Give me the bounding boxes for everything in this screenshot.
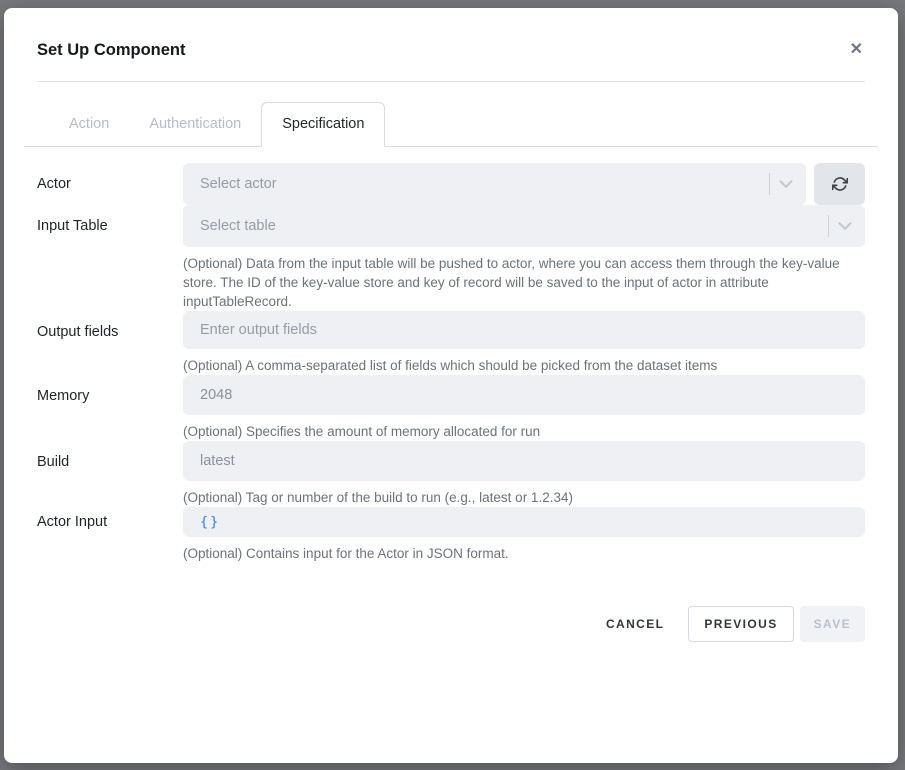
input-table-help-text: (Optional) Data from the input table wil… [183, 254, 843, 311]
input-table-label: Input Table [37, 205, 183, 311]
actor-input-json-editor[interactable]: {} [183, 507, 865, 537]
input-table-select[interactable]: Select table [183, 205, 865, 247]
output-fields-row: Output fields (Optional) A comma-separat… [37, 311, 865, 375]
select-divider [769, 173, 770, 195]
actor-input-row: Actor Input {} (Optional) Contains input… [37, 507, 865, 563]
tab-bar: Action Authentication Specification [24, 102, 878, 147]
header-divider [37, 81, 865, 82]
actor-row: Actor Select actor [37, 163, 865, 205]
build-row: Build (Optional) Tag or number of the bu… [37, 441, 865, 507]
tab-specification[interactable]: Specification [261, 102, 385, 147]
setup-component-modal: Set Up Component ✕ Action Authentication… [4, 8, 898, 763]
memory-input[interactable] [183, 375, 865, 415]
tab-action[interactable]: Action [49, 103, 129, 146]
save-button[interactable]: SAVE [800, 606, 865, 642]
form-body: Actor Select actor [4, 147, 898, 563]
memory-row: Memory (Optional) Specifies the amount o… [37, 375, 865, 441]
actor-select-placeholder: Select actor [200, 176, 277, 192]
input-table-row: Input Table Select table (Optional) Data… [37, 205, 865, 311]
actor-select[interactable]: Select actor [183, 163, 806, 205]
refresh-actors-button[interactable] [814, 163, 865, 205]
modal-footer: CANCEL PREVIOUS SAVE [4, 606, 898, 642]
actor-input-help-text: (Optional) Contains input for the Actor … [183, 544, 843, 563]
memory-help-text: (Optional) Specifies the amount of memor… [183, 422, 843, 441]
output-fields-label: Output fields [37, 311, 183, 375]
build-help-text: (Optional) Tag or number of the build to… [183, 488, 843, 507]
refresh-icon [832, 176, 848, 192]
actor-label: Actor [37, 163, 183, 205]
memory-label: Memory [37, 375, 183, 441]
output-fields-help-text: (Optional) A comma-separated list of fie… [183, 356, 843, 375]
chevron-down-icon [775, 173, 797, 195]
input-table-select-placeholder: Select table [200, 218, 276, 234]
select-divider [828, 215, 829, 237]
close-button[interactable]: ✕ [848, 40, 865, 60]
close-icon: ✕ [850, 41, 863, 58]
actor-input-label: Actor Input [37, 507, 183, 563]
modal-header: Set Up Component ✕ [4, 8, 898, 60]
build-label: Build [37, 441, 183, 507]
output-fields-input[interactable] [183, 311, 865, 349]
cancel-button[interactable]: CANCEL [604, 606, 666, 642]
previous-button[interactable]: PREVIOUS [688, 606, 793, 642]
chevron-down-icon [834, 215, 856, 237]
actor-input-json-value: {} [200, 514, 220, 530]
build-input[interactable] [183, 441, 865, 481]
modal-title: Set Up Component [37, 40, 186, 60]
tab-authentication[interactable]: Authentication [129, 103, 261, 146]
